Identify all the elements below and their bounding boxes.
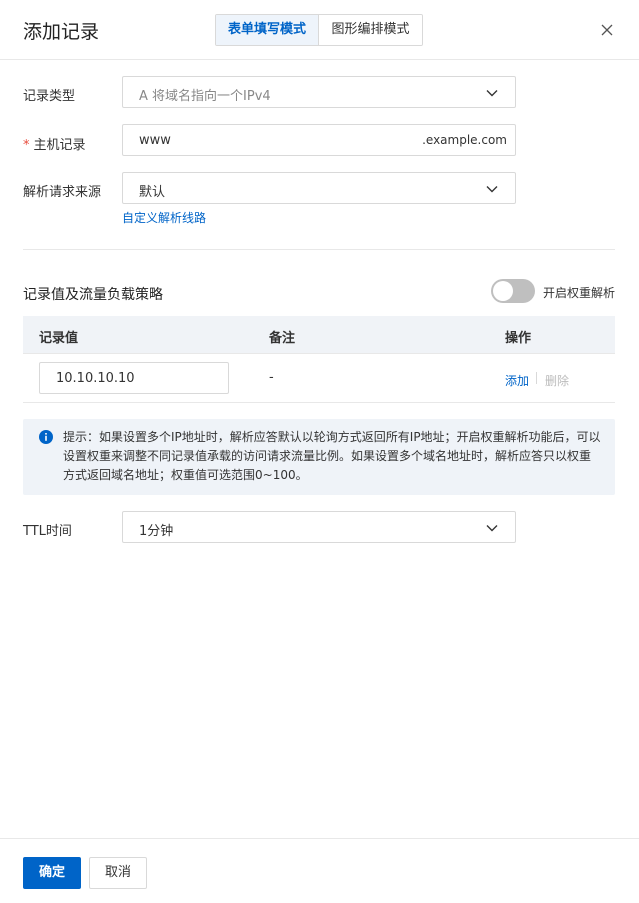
table-row: 10.10.10.10 - 添加 删除: [23, 354, 615, 403]
tip-text: 提示：如果设置多个IP地址时，解析应答默认以轮询方式返回所有IP地址；开启权重解…: [63, 428, 603, 485]
action-separator: [536, 372, 537, 384]
tip-line: 提示：如果设置多个IP地址时，解析应答默认以轮询方式返回所有IP地址；开启权重解…: [63, 430, 601, 444]
add-row-button[interactable]: 添加: [505, 372, 529, 389]
host-record-input[interactable]: www .example.com: [122, 124, 516, 156]
ttl-label: TTL时间: [23, 524, 72, 539]
mode-tabs: 表单填写模式 图形编排模式: [215, 14, 423, 46]
host-record-value: www: [139, 133, 171, 148]
record-type-label: 记录类型: [23, 89, 76, 104]
tab-form-mode[interactable]: 表单填写模式: [216, 15, 319, 45]
chevron-down-icon: [486, 525, 498, 532]
info-icon: [39, 430, 53, 444]
resolution-source-value: 默认: [139, 185, 166, 200]
resolution-source-label: 解析请求来源: [23, 185, 102, 200]
dialog-title: 添加记录: [23, 21, 100, 43]
column-header-remark: 备注: [269, 331, 296, 346]
delete-row-button: 删除: [545, 374, 570, 388]
close-icon: [601, 24, 613, 36]
host-record-label-text: 主机记录: [33, 138, 86, 153]
ttl-value: 1分钟: [139, 524, 174, 539]
record-value-text: 10.10.10.10: [56, 371, 135, 386]
confirm-button[interactable]: 确定: [23, 857, 81, 889]
cancel-button[interactable]: 取消: [89, 857, 147, 889]
host-record-label: * 主机记录: [23, 134, 86, 153]
column-header-value: 记录值: [39, 331, 79, 346]
chevron-down-icon: [486, 90, 498, 97]
tab-graphic-mode[interactable]: 图形编排模式: [319, 15, 422, 45]
section-divider: [23, 249, 615, 250]
column-header-action: 操作: [505, 331, 532, 346]
records-table-header: 记录值 备注 操作: [23, 316, 615, 354]
ttl-select[interactable]: 1分钟: [122, 511, 516, 543]
domain-suffix: .example.com: [422, 133, 507, 147]
tip-line: 设置权重来调整不同记录值承载的访问请求流量比例。如果设置多个域名地址时，解析应答…: [63, 449, 592, 463]
record-type-value: A 将域名指向一个IPv4: [139, 89, 271, 104]
record-value-input[interactable]: 10.10.10.10: [39, 362, 229, 394]
weight-toggle[interactable]: [491, 279, 535, 303]
resolution-source-select[interactable]: 默认: [122, 172, 516, 204]
dialog-header: 添加记录 表单填写模式 图形编排模式: [0, 0, 639, 60]
tip-line: 方式返回域名地址；权重值可选范围0~100。: [63, 468, 308, 482]
chevron-down-icon: [486, 186, 498, 193]
custom-line-link[interactable]: 自定义解析线路: [122, 209, 206, 226]
records-section-title: 记录值及流量负载策略: [23, 287, 163, 303]
toggle-knob: [493, 281, 513, 301]
record-remark: -: [269, 370, 274, 385]
close-button[interactable]: [597, 20, 617, 40]
tip-box: 提示：如果设置多个IP地址时，解析应答默认以轮询方式返回所有IP地址；开启权重解…: [23, 419, 615, 495]
footer-divider: [0, 838, 639, 839]
weight-toggle-label: 开启权重解析: [543, 286, 616, 300]
required-mark: *: [23, 138, 30, 153]
record-type-select[interactable]: A 将域名指向一个IPv4: [122, 76, 516, 108]
